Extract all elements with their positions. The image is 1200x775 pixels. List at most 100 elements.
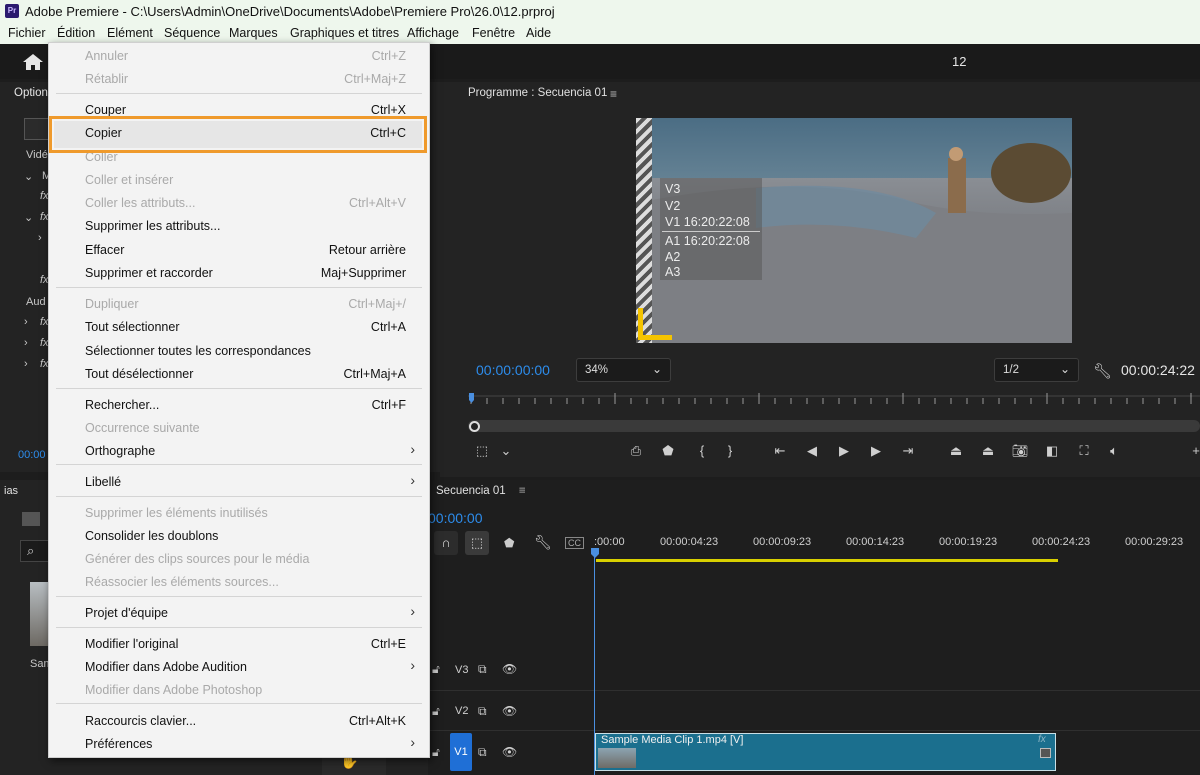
insert-frame-icon[interactable]: ⎙: [626, 443, 646, 459]
track-target-v1[interactable]: V1: [450, 733, 472, 771]
left-chevron-icon[interactable]: ⌄: [24, 170, 33, 183]
menu-item-tout-s-lectionner[interactable]: Tout sélectionner Ctrl+A: [49, 316, 429, 339]
submenu-arrow-icon: ›: [410, 472, 415, 488]
project-thumbnail[interactable]: [30, 582, 50, 646]
captions-icon[interactable]: CC: [565, 537, 584, 549]
menu-affichage[interactable]: Affichage: [407, 26, 459, 40]
chevron-down-icon[interactable]: ⌄: [496, 443, 516, 459]
menu-item-raccourcis-clavier[interactable]: Raccourcis clavier... Ctrl+Alt+K: [49, 710, 429, 733]
lock-icon[interactable]: 🔓︎: [432, 745, 440, 760]
menu-item-s-lectionner-toutes-les-correspondances[interactable]: Sélectionner toutes les correspondances: [49, 340, 429, 363]
left-chevron-icon[interactable]: ⌄: [24, 211, 33, 224]
menu-fenetre[interactable]: Fenêtre: [472, 26, 515, 40]
snap-icon[interactable]: ∩: [434, 531, 458, 555]
step-back-icon[interactable]: ◀︎: [802, 443, 822, 459]
eye-icon[interactable]: 👁︎: [502, 704, 517, 718]
go-to-out-icon[interactable]: ⇥: [898, 443, 918, 459]
go-to-in-icon[interactable]: ⇤: [770, 443, 790, 459]
playhead[interactable]: [594, 550, 595, 775]
monitor-scrollbar[interactable]: [468, 420, 1200, 432]
menu-item-label: Occurrence suivante: [85, 421, 200, 435]
lock-icon[interactable]: 🔓︎: [432, 704, 440, 719]
panel-menu-icon[interactable]: ≡: [519, 485, 526, 497]
sync-lock-icon[interactable]: ⧉: [478, 745, 487, 760]
menu-item-label: Couper: [85, 103, 126, 117]
zoom-dropdown[interactable]: 34% ⌄: [576, 358, 671, 382]
extract-icon[interactable]: ⏏︎: [978, 443, 998, 459]
fx-badge[interactable]: fx: [1038, 734, 1046, 745]
add-marker-icon[interactable]: ⬟: [504, 536, 514, 550]
wrench-icon[interactable]: 🔧︎: [1093, 362, 1112, 380]
menu-item-label: Projet d'équipe: [85, 606, 169, 620]
home-icon[interactable]: [22, 53, 44, 71]
mark-out-icon[interactable]: }: [720, 443, 740, 458]
proxy-toggle-icon[interactable]: ⛶: [1074, 443, 1094, 459]
ruler-label: 00:00:24:23: [1032, 536, 1091, 548]
timeline-tab[interactable]: Secuencia 01 ≡: [436, 485, 526, 497]
lock-icon[interactable]: 🔓︎: [432, 662, 440, 677]
menu-item-orthographe[interactable]: Orthographe ›: [49, 440, 429, 463]
menu-item-projet-d-quipe[interactable]: Projet d'équipe ›: [49, 602, 429, 625]
current-timecode[interactable]: 00:00:00:00: [476, 362, 550, 378]
ruler-label: 00:00:29:23: [1125, 536, 1184, 548]
project-panel-tab[interactable]: ias: [4, 485, 18, 497]
timeline-timecode[interactable]: 00:00:00: [428, 510, 483, 526]
left-timecode[interactable]: 00:00: [18, 449, 46, 461]
scrollbar-handle[interactable]: [469, 421, 480, 432]
menu-edition[interactable]: Édition: [57, 26, 95, 40]
sync-lock-icon[interactable]: ⧉: [478, 704, 487, 719]
eye-icon[interactable]: 👁︎: [502, 745, 517, 759]
left-expand-icon[interactable]: ›: [24, 316, 28, 328]
menu-item-tout-d-s-lectionner[interactable]: Tout désélectionner Ctrl+Maj+A: [49, 363, 429, 386]
menu-separator: [56, 388, 422, 389]
marker-icon[interactable]: ⬟: [658, 443, 678, 459]
panel-menu-icon[interactable]: ≡: [610, 87, 617, 101]
add-button-icon[interactable]: +: [1186, 443, 1200, 458]
menu-item-label: Rétablir: [85, 72, 129, 86]
play-icon[interactable]: ▶︎: [834, 443, 854, 459]
sync-lock-icon[interactable]: ⧉: [478, 662, 487, 677]
left-expand-icon[interactable]: ›: [24, 358, 28, 370]
menu-item-rechercher[interactable]: Rechercher... Ctrl+F: [49, 394, 429, 417]
menu-item-modifier-dans-adobe-audition[interactable]: Modifier dans Adobe Audition ›: [49, 656, 429, 679]
eye-icon[interactable]: 👁︎: [502, 662, 517, 676]
menu-item-libell[interactable]: Libellé ›: [49, 471, 429, 494]
bin-icon[interactable]: [22, 512, 40, 526]
menu-separator: [56, 627, 422, 628]
menu-item-supprimer-les-attributs[interactable]: Supprimer les attributs...: [49, 215, 429, 238]
menu-item-label: Orthographe: [85, 444, 156, 458]
menu-element[interactable]: Elément: [107, 26, 153, 40]
resolution-dropdown[interactable]: 1/2 ⌄: [994, 358, 1079, 382]
camera-icon[interactable]: 📷︎: [1010, 443, 1030, 459]
menu-item-effacer[interactable]: Effacer Retour arrière: [49, 239, 429, 262]
left-expand-icon[interactable]: ›: [24, 337, 28, 349]
left-panel-tab[interactable]: Option: [14, 87, 48, 99]
safe-margins-icon[interactable]: ⬚: [472, 443, 492, 459]
menu-item-consolider-les-doublons[interactable]: Consolider les doublons: [49, 525, 429, 548]
linked-selection-icon[interactable]: ⬚: [465, 531, 489, 555]
menu-marques[interactable]: Marques: [229, 26, 278, 40]
work-area-bar[interactable]: [596, 559, 1058, 562]
compare-view-icon[interactable]: ◧: [1042, 443, 1062, 459]
track-divider: [428, 730, 1200, 731]
menu-fichier[interactable]: Fichier: [8, 26, 46, 40]
menu-item-modifier-l-original[interactable]: Modifier l'original Ctrl+E: [49, 633, 429, 656]
mark-in-icon[interactable]: {: [692, 443, 712, 458]
menu-graphiques[interactable]: Graphiques et titres: [290, 26, 399, 40]
menu-item-pr-f-rences[interactable]: Préférences ›: [49, 733, 429, 756]
monitor-time-ruler[interactable]: [468, 390, 1200, 410]
menu-item-label: Supprimer les éléments inutilisés: [85, 506, 268, 520]
left-panel-button[interactable]: [24, 118, 50, 140]
menu-item-supprimer-et-raccorder[interactable]: Supprimer et raccorder Maj+Supprimer: [49, 262, 429, 285]
menu-aide[interactable]: Aide: [526, 26, 551, 40]
program-monitor-title[interactable]: Programme : Secuencia 01: [468, 87, 607, 99]
lift-icon[interactable]: ⏏︎: [946, 443, 966, 459]
menu-item-coller-et-ins-rer: Coller et insérer: [49, 169, 429, 192]
left-expand-icon[interactable]: ›: [38, 232, 42, 244]
menu-sequence[interactable]: Séquence: [164, 26, 220, 40]
submenu-arrow-icon: ›: [410, 441, 415, 457]
search-field[interactable]: ⌕: [20, 540, 50, 562]
wrench-icon[interactable]: 🔧︎: [534, 534, 552, 551]
step-forward-icon[interactable]: ▶︎: [866, 443, 886, 459]
volume-icon[interactable]: 🔈︎: [1104, 443, 1124, 459]
